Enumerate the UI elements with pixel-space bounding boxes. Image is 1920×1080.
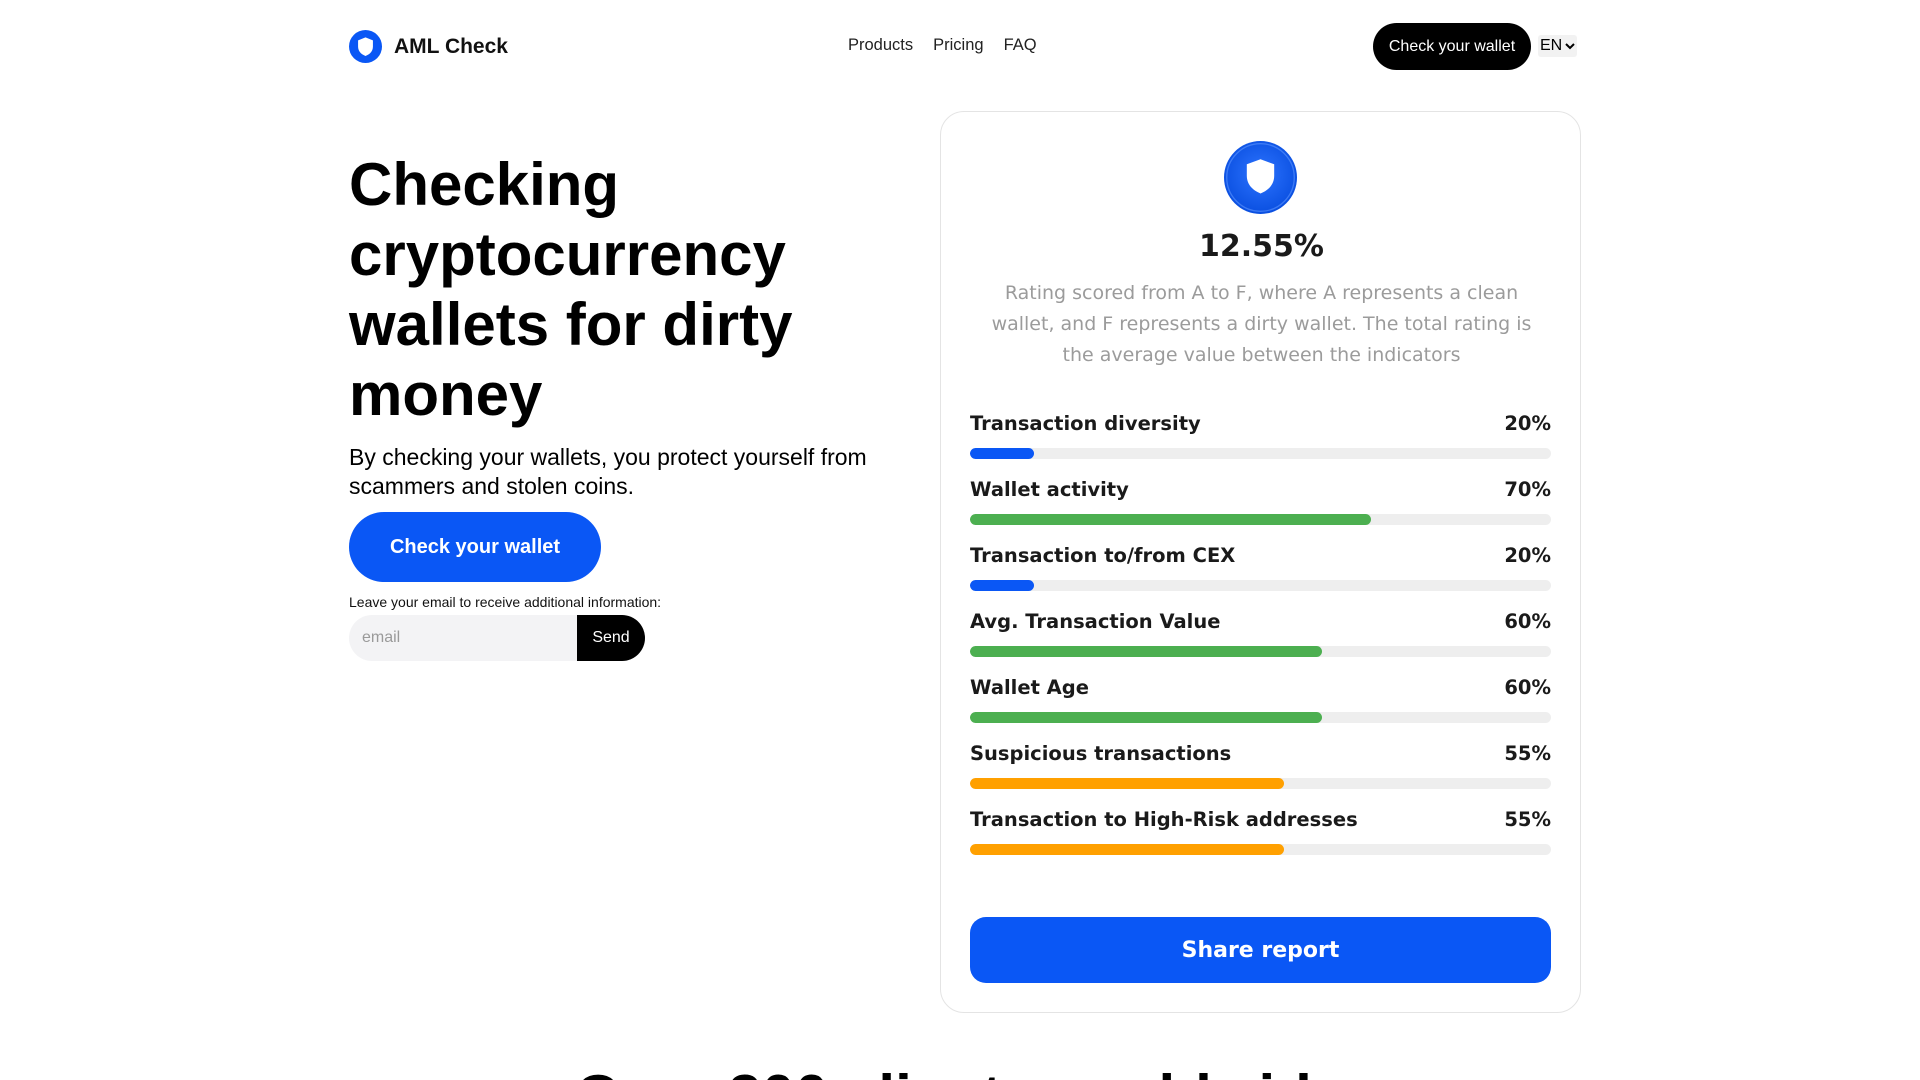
metric-row: Wallet activity 70% — [970, 466, 1551, 532]
metric-progress-fill — [970, 778, 1284, 789]
email-form: Send — [349, 615, 645, 661]
send-button[interactable]: Send — [577, 615, 645, 661]
metric-progress-fill — [970, 712, 1322, 723]
metric-progress-fill — [970, 844, 1284, 855]
hero-title: Checking cryptocurrency wallets for dirt… — [349, 151, 793, 428]
metric-progress-track — [970, 778, 1551, 789]
shield-icon — [349, 30, 382, 63]
metric-label: Suspicious transactions — [970, 742, 1232, 765]
metric-value: 60% — [1504, 610, 1551, 633]
nav-link-faq[interactable]: FAQ — [1004, 36, 1037, 55]
nav-link-products[interactable]: Products — [848, 36, 913, 55]
language-label: EN — [1540, 37, 1563, 54]
report-card: 12.55% Rating scored from A to F, where … — [940, 111, 1581, 1013]
metric-progress-track — [970, 580, 1551, 591]
metric-progress-track — [970, 514, 1551, 525]
shield-icon — [1224, 141, 1297, 214]
email-label: Leave your email to receive additional i… — [349, 594, 662, 610]
clients-heading: Over 300 clients worldwide — [0, 1062, 1920, 1080]
nav-links: Products Pricing FAQ — [848, 36, 1037, 55]
metric-row: Suspicious transactions 55% — [970, 730, 1551, 796]
nav-link-pricing[interactable]: Pricing — [933, 36, 983, 55]
metric-value: 60% — [1504, 676, 1551, 699]
metric-value: 70% — [1504, 478, 1551, 501]
score-description: Rating scored from A to F, where A repre… — [991, 282, 1532, 366]
metric-value: 55% — [1504, 808, 1551, 831]
risk-score: 12.55% — [1199, 229, 1324, 264]
logo[interactable]: AML Check — [349, 30, 508, 63]
metric-progress-fill — [970, 646, 1322, 657]
top-nav: AML Check Products Pricing FAQ Check you… — [349, 23, 1581, 70]
chevron-down-icon — [1565, 42, 1575, 49]
page: AML Check Products Pricing FAQ Check you… — [0, 0, 1920, 1080]
email-field[interactable] — [349, 615, 577, 661]
metric-row: Transaction to/from CEX 20% — [970, 532, 1551, 598]
metric-progress-fill — [970, 514, 1371, 525]
metric-value: 20% — [1504, 544, 1551, 567]
metric-progress-track — [970, 448, 1551, 459]
hero-subtitle: By checking your wallets, you protect yo… — [349, 444, 867, 499]
metric-value: 20% — [1504, 412, 1551, 435]
metric-row: Transaction to High-Risk addresses 55% — [970, 796, 1551, 862]
metric-progress-fill — [970, 580, 1034, 591]
metric-label: Wallet activity — [970, 478, 1129, 501]
metrics-list: Transaction diversity 20% Wallet activity 7… — [970, 400, 1551, 862]
language-select[interactable]: EN — [1538, 35, 1578, 57]
metric-label: Transaction to/from CEX — [970, 544, 1236, 567]
metric-label: Transaction to High-Risk addresses — [970, 808, 1358, 831]
metric-label: Avg. Transaction Value — [970, 610, 1221, 633]
brand-name: AML Check — [394, 34, 508, 58]
hero-check-wallet-button[interactable]: Check your wallet — [349, 512, 601, 582]
metric-label: Wallet Age — [970, 676, 1089, 699]
metric-row: Wallet Age 60% — [970, 664, 1551, 730]
metric-progress-track — [970, 712, 1551, 723]
metric-label: Transaction diversity — [970, 412, 1201, 435]
metric-row: Transaction diversity 20% — [970, 400, 1551, 466]
metric-progress-track — [970, 646, 1551, 657]
share-report-button[interactable]: Share report — [970, 917, 1551, 983]
metric-row: Avg. Transaction Value 60% — [970, 598, 1551, 664]
nav-check-wallet-button[interactable]: Check your wallet — [1373, 23, 1531, 70]
metric-progress-fill — [970, 448, 1034, 459]
metric-value: 55% — [1504, 742, 1551, 765]
metric-progress-track — [970, 844, 1551, 855]
